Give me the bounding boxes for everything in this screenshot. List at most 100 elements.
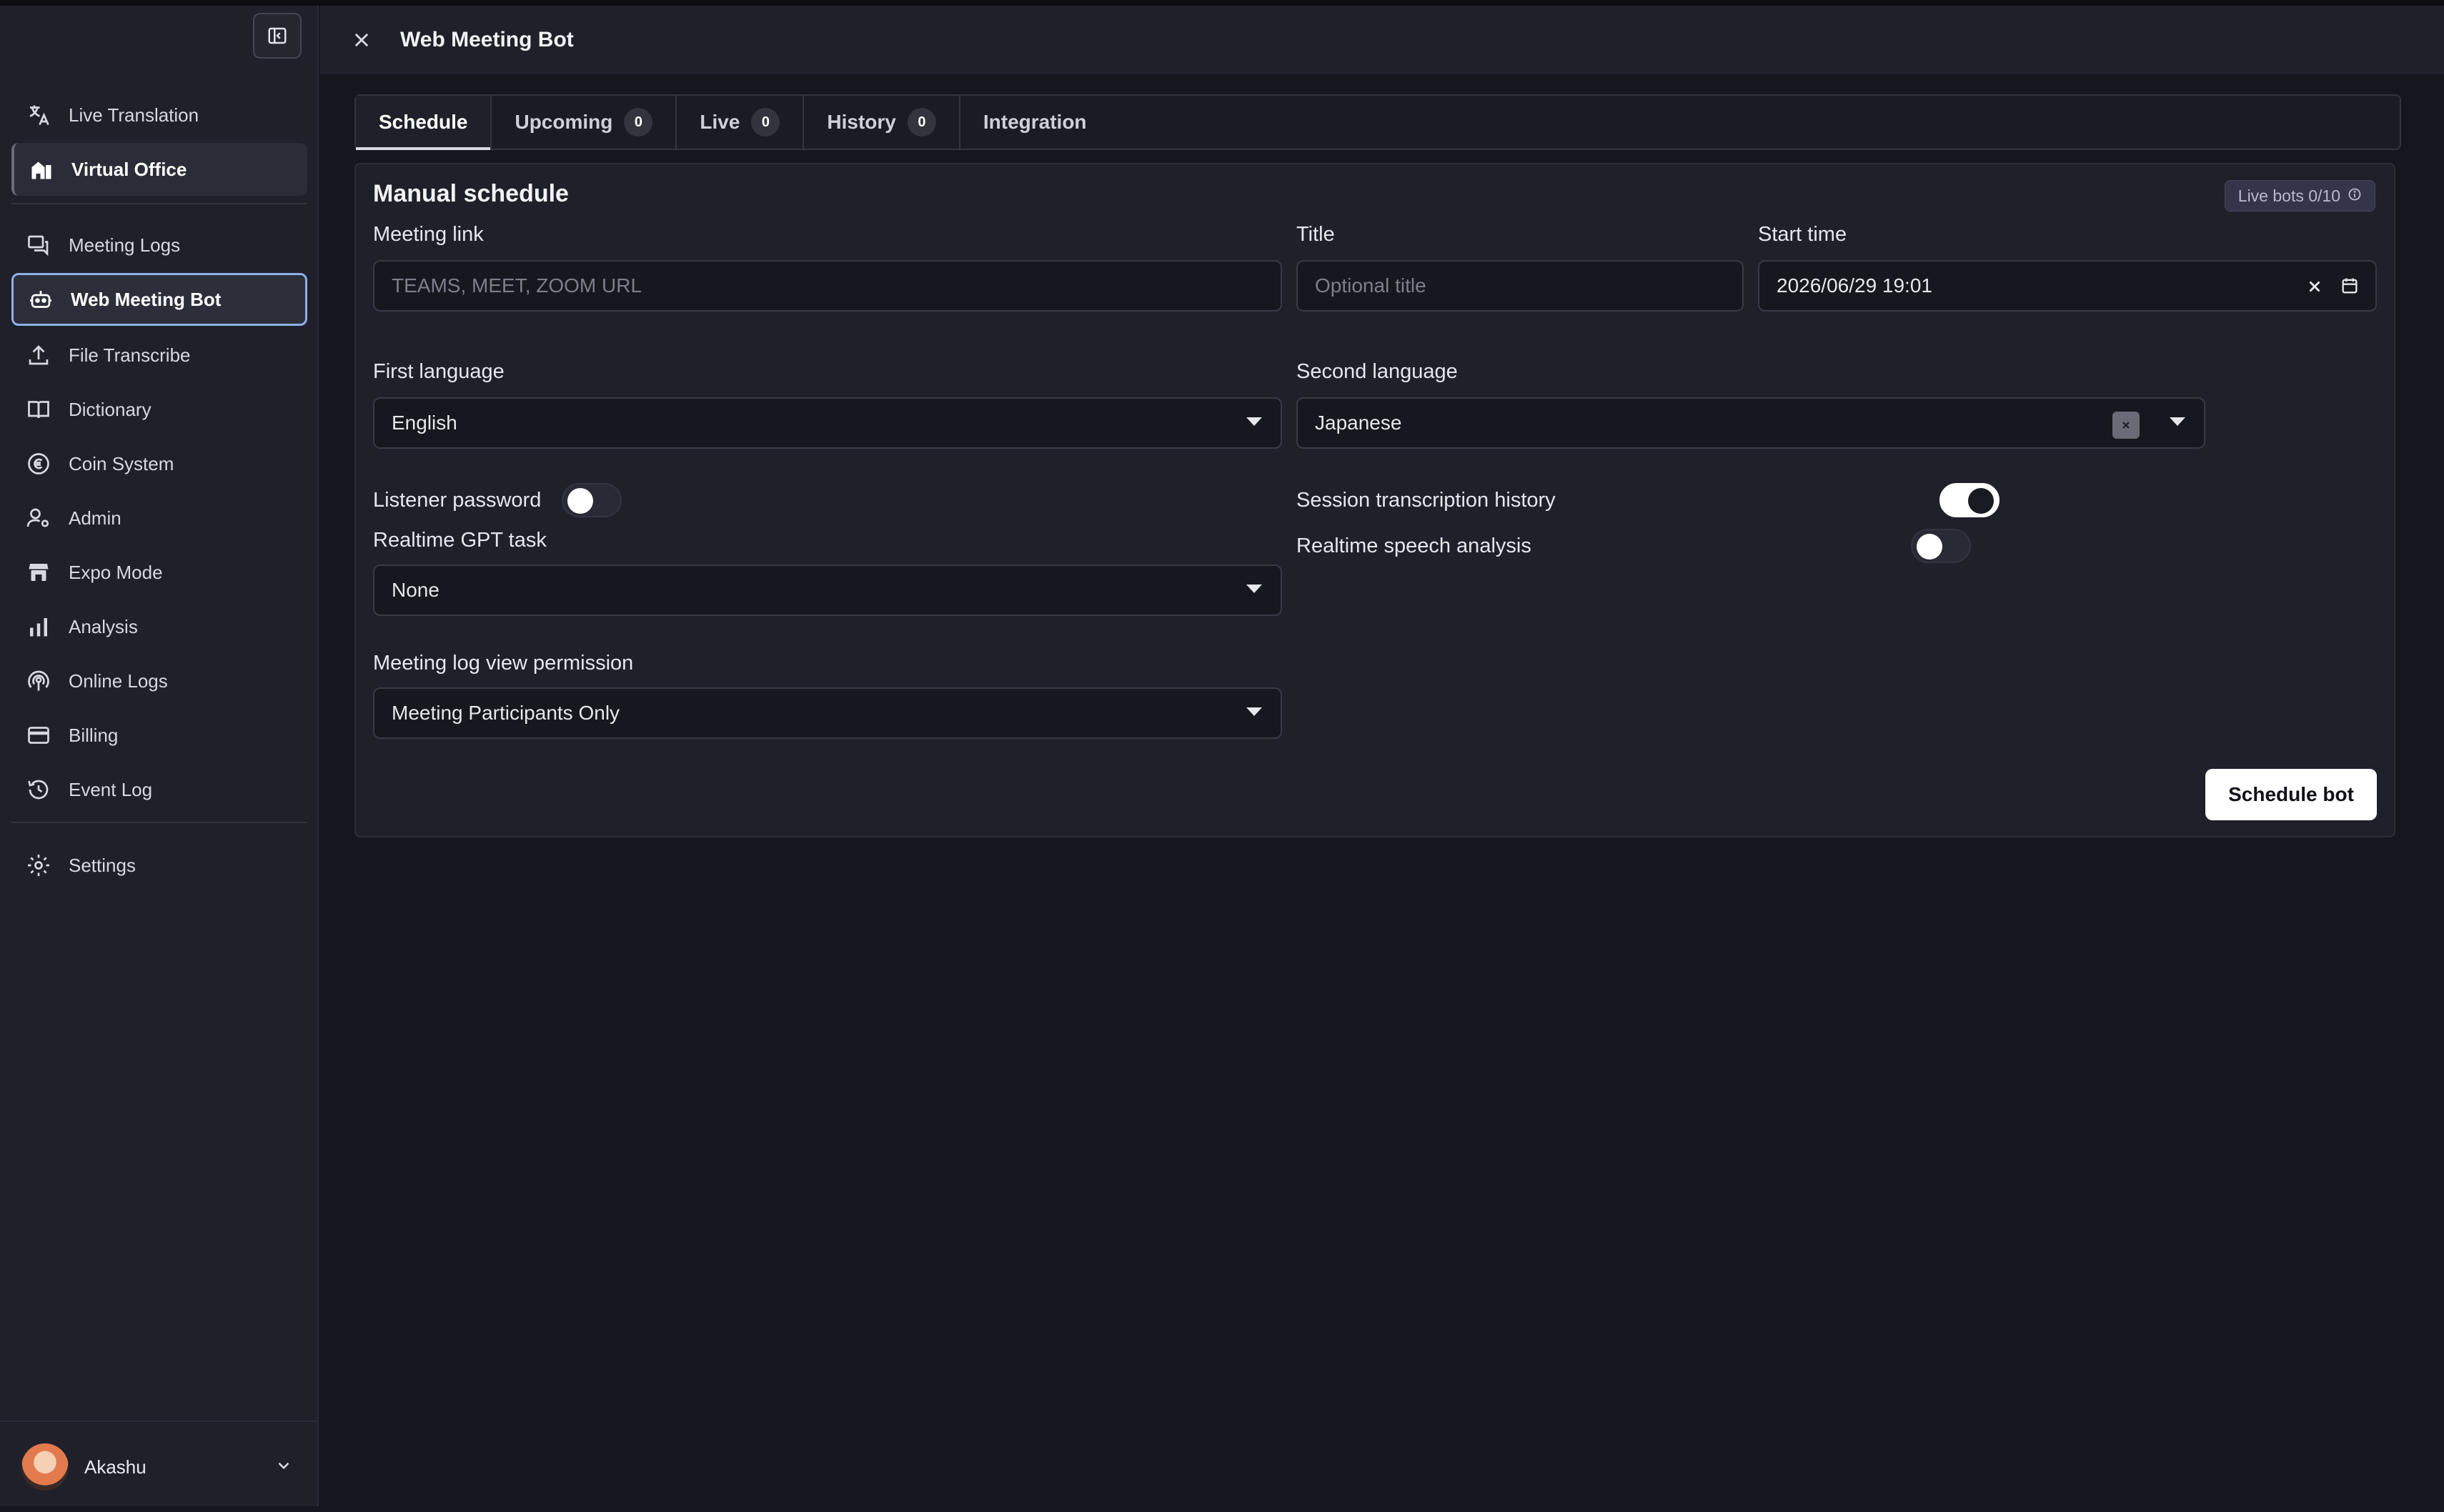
- tab-count-badge: 0: [907, 108, 936, 136]
- gpt-task-select[interactable]: None: [373, 564, 1282, 616]
- close-icon: [2309, 281, 2320, 292]
- robot-icon: [26, 285, 55, 314]
- collapse-sidebar-button[interactable]: [253, 13, 302, 59]
- page-header: Web Meeting Bot: [320, 6, 2444, 74]
- live-bots-text: Live bots 0/10: [2237, 186, 2340, 205]
- sidebar-item-label: Dictionary: [69, 398, 151, 420]
- title-input[interactable]: Optional title: [1296, 260, 1744, 312]
- sidebar-item-event-log[interactable]: Event Log: [11, 763, 307, 816]
- broadcast-icon: [24, 667, 53, 695]
- schedule-bot-button[interactable]: Schedule bot: [2205, 769, 2377, 820]
- sidebar-item-label: File Transcribe: [69, 344, 191, 366]
- close-button[interactable]: [349, 27, 374, 53]
- clear-selection-button[interactable]: [2112, 412, 2140, 439]
- title-label: Title: [1296, 223, 1335, 246]
- start-time-input[interactable]: 2026/06/29 19:01: [1758, 260, 2377, 312]
- first-language-select[interactable]: English: [373, 397, 1282, 449]
- avatar: [21, 1443, 69, 1491]
- meeting-link-input[interactable]: TEAMS, MEET, ZOOM URL: [373, 260, 1282, 312]
- listener-password-label: Listener password: [373, 489, 542, 512]
- sidebar-item-admin[interactable]: Admin: [11, 492, 307, 544]
- top-edge: [0, 0, 2444, 6]
- sidebar-item-label: Web Meeting Bot: [71, 288, 222, 310]
- book-icon: [24, 395, 53, 424]
- first-language-value: English: [392, 412, 457, 434]
- user-name: Akashu: [84, 1456, 146, 1478]
- dropdown-arrow-icon: [1246, 585, 1262, 593]
- credit-card-icon: [24, 721, 53, 750]
- start-time-label: Start time: [1758, 223, 1847, 246]
- tab-label: Live: [700, 111, 740, 133]
- dropdown-arrow-icon: [1246, 417, 1262, 426]
- tab-integration[interactable]: Integration: [960, 96, 1110, 149]
- speech-analysis-toggle[interactable]: [1911, 529, 1971, 563]
- tab-count-badge: 0: [751, 108, 780, 136]
- sidebar-item-online-logs[interactable]: Online Logs: [11, 655, 307, 707]
- session-history-toggle[interactable]: [1939, 483, 2000, 517]
- sidebar-item-virtual-office[interactable]: Virtual Office: [11, 143, 307, 196]
- dropdown-arrow-icon: [1246, 707, 1262, 716]
- tab-history[interactable]: History 0: [804, 96, 960, 149]
- office-building-icon: [27, 155, 56, 184]
- admin-gear-user-icon: [24, 504, 53, 532]
- tab-label: Upcoming: [515, 111, 613, 133]
- sidebar: Live Translation Virtual Office Meeting …: [0, 6, 319, 1506]
- log-permission-label: Meeting log view permission: [373, 652, 634, 675]
- coin-icon: [24, 449, 53, 478]
- sidebar-item-label: Settings: [69, 854, 136, 876]
- sidebar-item-analysis[interactable]: Analysis: [11, 600, 307, 653]
- tab-schedule[interactable]: Schedule: [356, 96, 492, 150]
- dropdown-arrow-icon: [2170, 417, 2185, 426]
- calendar-button[interactable]: [2340, 276, 2360, 301]
- tab-count-badge: 0: [624, 108, 653, 136]
- info-icon[interactable]: [2348, 186, 2362, 206]
- tab-bar: Schedule Upcoming 0 Live 0 History 0 Int…: [354, 94, 2401, 150]
- tab-upcoming[interactable]: Upcoming 0: [492, 96, 677, 149]
- sidebar-item-label: Expo Mode: [69, 561, 163, 583]
- sidebar-item-file-transcribe[interactable]: File Transcribe: [11, 329, 307, 382]
- section-title: Manual schedule: [373, 180, 569, 207]
- sidebar-item-label: Virtual Office: [71, 158, 187, 180]
- toggle-knob: [1917, 534, 1942, 559]
- translate-icon: [24, 101, 53, 129]
- sidebar-item-coin-system[interactable]: Coin System: [11, 437, 307, 490]
- toggle-knob: [1968, 488, 1994, 514]
- sidebar-item-label: Coin System: [69, 452, 174, 474]
- close-icon: [354, 33, 369, 47]
- tab-label: Schedule: [379, 111, 468, 133]
- speech-analysis-label: Realtime speech analysis: [1296, 534, 1531, 557]
- sidebar-item-expo-mode[interactable]: Expo Mode: [11, 546, 307, 599]
- sidebar-item-web-meeting-bot[interactable]: Web Meeting Bot: [11, 273, 307, 326]
- upload-icon: [24, 341, 53, 369]
- log-permission-value: Meeting Participants Only: [392, 702, 620, 724]
- start-time-value: 2026/06/29 19:01: [1777, 274, 1932, 297]
- sidebar-item-label: Admin: [69, 507, 121, 529]
- sidebar-item-label: Live Translation: [69, 104, 199, 126]
- second-language-label: Second language: [1296, 360, 1458, 383]
- clear-date-button[interactable]: [2305, 277, 2324, 301]
- sidebar-item-settings[interactable]: Settings: [11, 839, 307, 892]
- second-language-select[interactable]: Japanese: [1296, 397, 2205, 449]
- sidebar-item-meeting-logs[interactable]: Meeting Logs: [11, 219, 307, 272]
- close-icon: [2122, 422, 2130, 429]
- log-permission-select[interactable]: Meeting Participants Only: [373, 687, 1282, 739]
- sidebar-item-label: Analysis: [69, 615, 138, 637]
- bar-chart-icon: [24, 612, 53, 641]
- first-language-label: First language: [373, 360, 505, 383]
- tab-live[interactable]: Live 0: [677, 96, 805, 149]
- sidebar-item-dictionary[interactable]: Dictionary: [11, 383, 307, 436]
- calendar-icon: [2342, 278, 2358, 294]
- sidebar-item-label: Meeting Logs: [69, 234, 181, 256]
- sidebar-divider: [11, 822, 307, 823]
- second-language-value: Japanese: [1315, 412, 1402, 434]
- chat-bubbles-icon: [24, 231, 53, 259]
- user-menu[interactable]: Akashu: [0, 1421, 319, 1512]
- listener-password-toggle[interactable]: [562, 483, 622, 517]
- sidebar-item-billing[interactable]: Billing: [11, 709, 307, 762]
- chevron-down-icon: [274, 1456, 293, 1478]
- tab-label: Integration: [983, 111, 1087, 133]
- gpt-task-label: Realtime GPT task: [373, 529, 547, 552]
- tab-label: History: [827, 111, 896, 133]
- sidebar-item-live-translation[interactable]: Live Translation: [11, 89, 307, 141]
- title-placeholder: Optional title: [1315, 274, 1426, 297]
